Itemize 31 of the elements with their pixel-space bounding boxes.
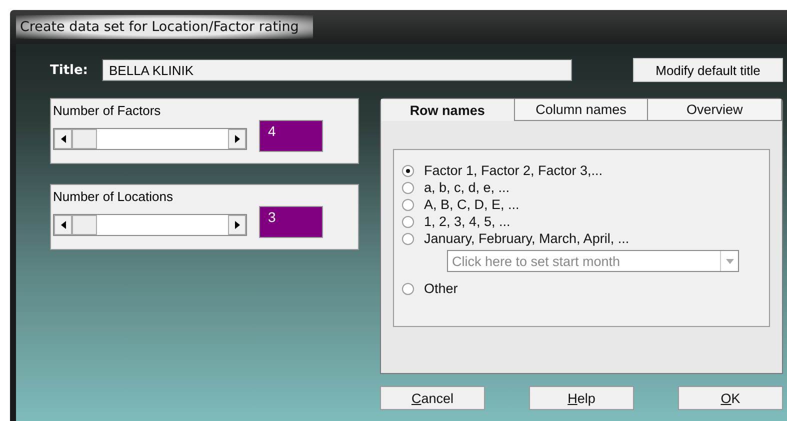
spinner-label: Number of Locations (53, 189, 174, 204)
radio-label[interactable]: a, b, c, d, e, ... (424, 180, 510, 195)
radio-button[interactable] (402, 198, 414, 210)
radio-button[interactable] (402, 232, 414, 244)
scroll-slider[interactable] (53, 214, 247, 236)
window-title: Create data set for Location/Factor rating (16, 15, 313, 39)
dialog-button[interactable]: OK (678, 386, 783, 410)
radio-label[interactable]: 1, 2, 3, 4, 5, ... (424, 214, 510, 229)
radio-label[interactable]: Other (424, 281, 458, 296)
modify-title-button[interactable]: Modify default title (633, 58, 783, 82)
slider-thumb[interactable] (72, 129, 97, 149)
value-display: 4 (259, 120, 323, 152)
slider-thumb[interactable] (72, 215, 97, 235)
radio-label[interactable]: Factor 1, Factor 2, Factor 3,... (424, 163, 603, 178)
radio-label[interactable]: A, B, C, D, E, ... (424, 197, 520, 212)
scroll-slider[interactable] (53, 128, 247, 150)
radio-button[interactable] (402, 182, 414, 194)
dialog-button[interactable]: Help (529, 386, 634, 410)
radio-label[interactable]: January, February, March, April, ... (424, 231, 630, 246)
dialog-button[interactable]: Cancel (380, 386, 485, 410)
dropdown-caret-icon (726, 258, 734, 264)
radio-button[interactable] (402, 282, 414, 294)
title-label: Title: (50, 62, 90, 78)
radio-button[interactable] (402, 216, 414, 228)
title-field[interactable]: BELLA KLINIK (102, 59, 572, 81)
radio-button[interactable] (402, 164, 414, 176)
spinner-label: Number of Factors (53, 103, 162, 118)
tab[interactable]: Row names (381, 99, 515, 121)
tab[interactable]: Column names (514, 99, 648, 121)
tab[interactable]: Overview (648, 99, 782, 121)
value-display: 3 (259, 206, 323, 238)
